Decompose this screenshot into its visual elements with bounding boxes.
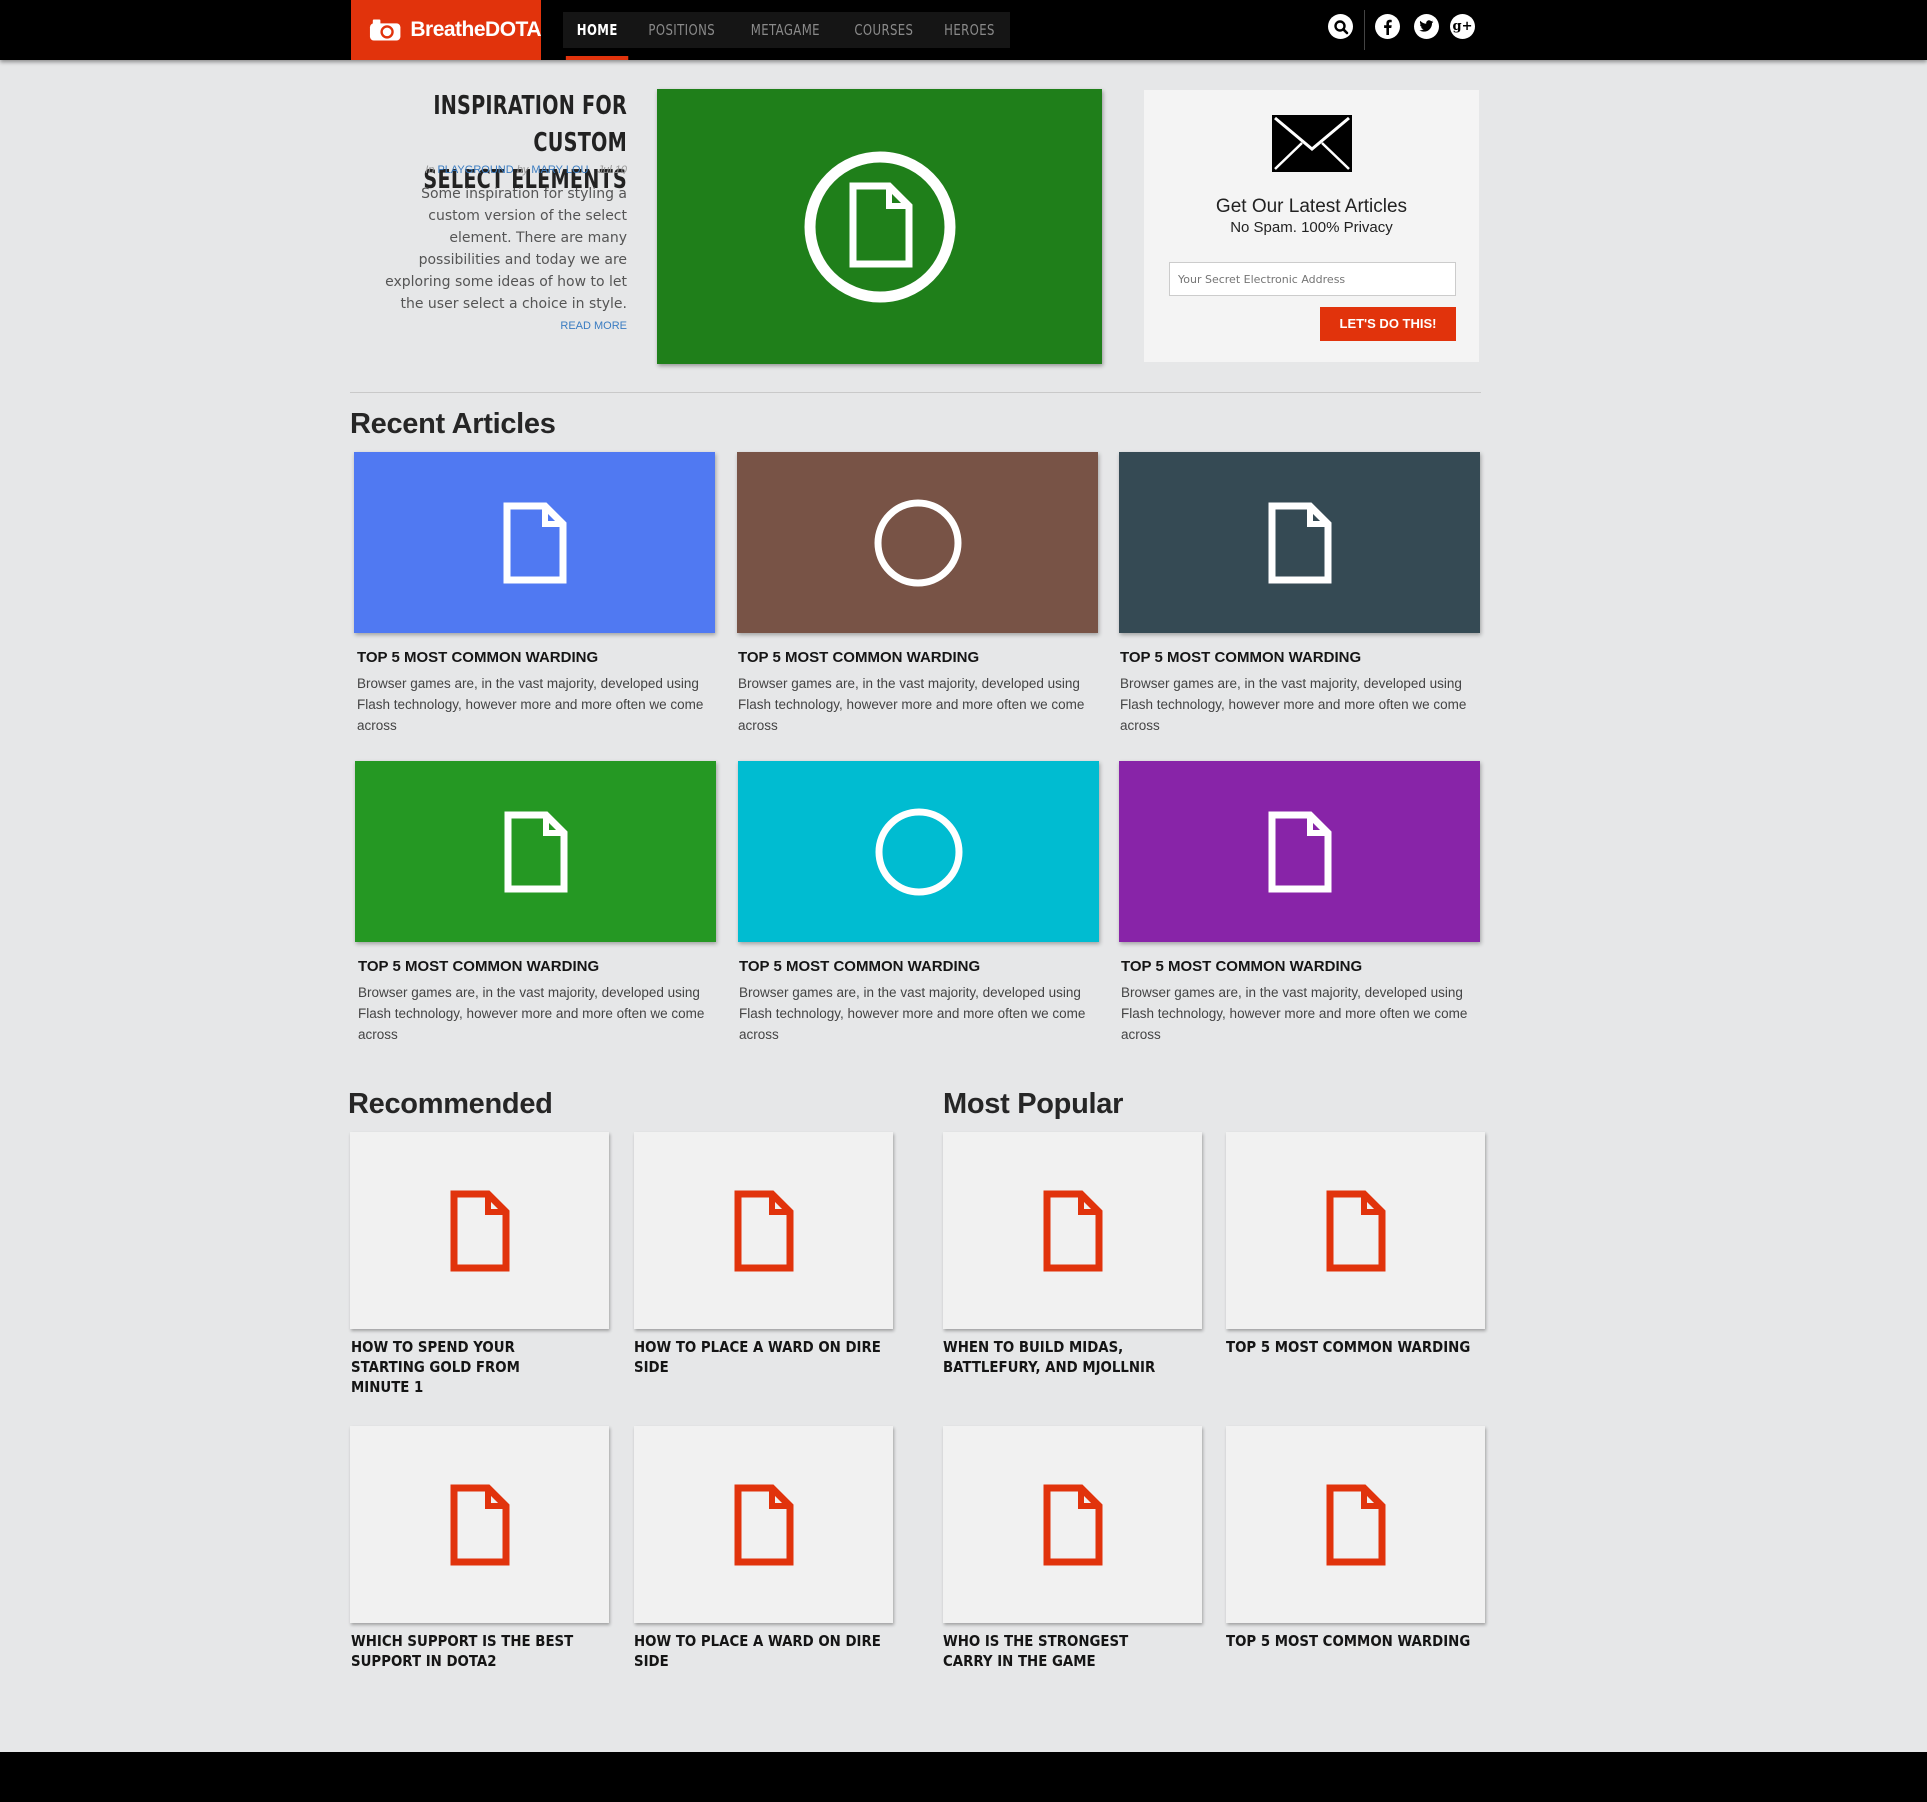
document-icon <box>1326 1190 1385 1271</box>
logo-text: BreatheDOTA <box>410 18 541 41</box>
article-card-title[interactable]: TOP 5 MOST COMMON WARDING <box>738 649 1100 666</box>
recommended-card-image[interactable] <box>350 1132 609 1329</box>
document-icon <box>450 1484 509 1565</box>
main-nav: HOME POSITIONS METAGAME COURSES HEROES <box>563 12 1011 60</box>
nav-positions[interactable]: POSITIONS <box>638 12 726 48</box>
article-card-image[interactable] <box>737 452 1098 633</box>
article-card-excerpt: Browser games are, in the vast majority,… <box>738 676 1085 733</box>
nav-metagame[interactable]: METAGAME <box>740 12 831 48</box>
circle-icon <box>874 499 961 586</box>
document-icon <box>734 1484 793 1565</box>
popular-card-image[interactable] <box>1226 1132 1485 1329</box>
featured-excerpt: Some inspiration for styling a custom ve… <box>385 186 627 312</box>
envelope-icon <box>1272 115 1352 172</box>
nav-heroes[interactable]: HEROES <box>934 12 1007 48</box>
featured-category-link[interactable]: PLAYGROUND <box>437 164 513 176</box>
article-card-excerpt: Browser games are, in the vast majority,… <box>1121 985 1468 1042</box>
article-card-title[interactable]: TOP 5 MOST COMMON WARDING <box>1121 958 1483 975</box>
nav-home[interactable]: HOME <box>565 12 629 60</box>
read-more-link[interactable]: READ MORE <box>500 320 627 332</box>
nav-courses[interactable]: COURSES <box>843 12 924 48</box>
recommended-card-title[interactable]: HOW TO PLACE A WARD ON DIRE SIDE <box>634 1337 889 1377</box>
search-icon <box>1328 14 1353 39</box>
document-circle-icon <box>804 151 955 302</box>
article-card-excerpt: Browser games are, in the vast majority,… <box>357 676 704 733</box>
article-card-title[interactable]: TOP 5 MOST COMMON WARDING <box>1120 649 1482 666</box>
document-icon <box>504 811 567 892</box>
facebook-icon <box>1375 14 1400 39</box>
camera-icon <box>369 19 401 41</box>
newsletter-subtitle: No Spam. 100% Privacy <box>1230 219 1393 236</box>
featured-meta: In PLAYGROUND by MARY LOU Jul 10 <box>425 164 627 176</box>
facebook-link[interactable] <box>1375 14 1400 39</box>
featured-author-link[interactable]: MARY LOU <box>531 164 588 176</box>
email-field[interactable] <box>1169 262 1456 296</box>
subscribe-button[interactable]: LET'S DO THIS! <box>1320 307 1456 341</box>
recommended-heading: Recommended <box>348 1088 553 1120</box>
recommended-card-image[interactable] <box>634 1132 893 1329</box>
article-card-image[interactable] <box>1119 452 1480 633</box>
document-icon <box>1043 1484 1102 1565</box>
site-logo[interactable]: BreatheDOTA <box>351 0 541 60</box>
article-card-title[interactable]: TOP 5 MOST COMMON WARDING <box>357 649 719 666</box>
document-icon <box>1268 502 1331 583</box>
popular-card-image[interactable] <box>1226 1426 1485 1623</box>
newsletter-title: Get Our Latest Articles <box>1215 196 1408 217</box>
article-card-image[interactable] <box>1119 761 1480 942</box>
document-icon <box>450 1190 509 1271</box>
twitter-link[interactable] <box>1414 14 1439 39</box>
document-icon <box>1268 811 1331 892</box>
popular-card-title[interactable]: TOP 5 MOST COMMON WARDING <box>1226 1337 1481 1357</box>
document-icon <box>734 1190 793 1271</box>
twitter-icon <box>1414 14 1439 39</box>
newsletter-box: Get Our Latest Articles No Spam. 100% Pr… <box>1144 90 1479 362</box>
article-card-title[interactable]: TOP 5 MOST COMMON WARDING <box>739 958 1101 975</box>
article-card-excerpt: Browser games are, in the vast majority,… <box>358 985 705 1042</box>
section-divider <box>350 392 1481 393</box>
article-card-excerpt: Browser games are, in the vast majority,… <box>739 985 1086 1042</box>
popular-card-title[interactable]: WHO IS THE STRONGEST CARRY IN THE GAME <box>943 1631 1166 1671</box>
recommended-card-image[interactable] <box>350 1426 609 1623</box>
google-plus-link[interactable]: g+ <box>1450 14 1475 39</box>
featured-date: Jul 10 <box>597 164 627 176</box>
article-card-title[interactable]: TOP 5 MOST COMMON WARDING <box>358 958 720 975</box>
most-popular-heading: Most Popular <box>943 1088 1124 1120</box>
article-card-image[interactable] <box>738 761 1099 942</box>
header-divider <box>1364 10 1365 50</box>
recommended-card-title[interactable]: HOW TO SPEND YOUR STARTING GOLD FROM MIN… <box>351 1337 574 1397</box>
recommended-card-title[interactable]: HOW TO PLACE A WARD ON DIRE SIDE <box>634 1631 889 1671</box>
document-icon <box>1326 1484 1385 1565</box>
circle-icon <box>875 808 962 895</box>
article-card-image[interactable] <box>355 761 716 942</box>
top-navbar: BreatheDOTA HOME POSITIONS METAGAME COUR… <box>0 0 1927 60</box>
footer <box>0 1752 1927 1802</box>
recommended-card-title[interactable]: WHICH SUPPORT IS THE BEST SUPPORT IN DOT… <box>351 1631 574 1671</box>
search-button[interactable] <box>1328 14 1353 39</box>
popular-card-image[interactable] <box>943 1132 1202 1329</box>
document-icon <box>503 502 566 583</box>
popular-card-image[interactable] <box>943 1426 1202 1623</box>
popular-card-title[interactable]: WHEN TO BUILD MIDAS, BATTLEFURY, AND MJO… <box>943 1337 1166 1377</box>
google-plus-icon: g+ <box>1450 14 1475 39</box>
recent-articles-heading: Recent Articles <box>350 408 556 440</box>
article-card-image[interactable] <box>354 452 715 633</box>
featured-image[interactable] <box>657 89 1102 364</box>
popular-card-title[interactable]: TOP 5 MOST COMMON WARDING <box>1226 1631 1481 1651</box>
document-icon <box>1043 1190 1102 1271</box>
recommended-card-image[interactable] <box>634 1426 893 1623</box>
article-card-excerpt: Browser games are, in the vast majority,… <box>1120 676 1467 733</box>
